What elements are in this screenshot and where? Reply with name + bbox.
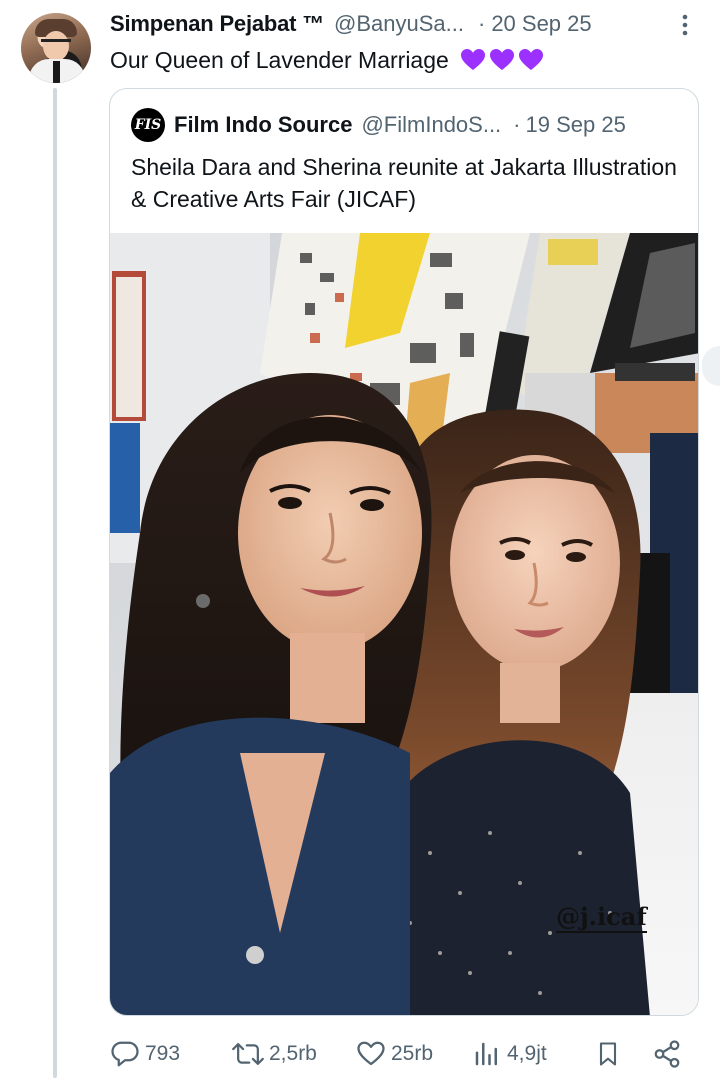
quoted-avatar[interactable]: FIS bbox=[131, 108, 165, 142]
views-chart-icon bbox=[475, 1042, 497, 1066]
quoted-tweet-date[interactable]: 19 Sep 25 bbox=[526, 112, 626, 138]
heart-icon bbox=[357, 1041, 385, 1066]
reply-icon bbox=[111, 1041, 139, 1067]
scroll-handle[interactable] bbox=[702, 346, 720, 386]
like-button[interactable]: 25rb bbox=[356, 1034, 433, 1074]
quoted-tweet-text: Sheila Dara and Sherina reunite at Jakar… bbox=[131, 154, 677, 212]
separator-dot: · bbox=[513, 112, 521, 137]
reply-button[interactable]: 793 bbox=[110, 1034, 180, 1074]
purple-heart-icon bbox=[489, 49, 514, 70]
views-button[interactable]: 4,9jt bbox=[472, 1034, 547, 1074]
quoted-display-name[interactable]: Film Indo Source bbox=[174, 112, 352, 138]
quoted-tweet-header: FIS Film Indo Source @FilmIndoS... · 19 … bbox=[131, 108, 626, 142]
avatar[interactable] bbox=[21, 13, 91, 83]
reply-count: 793 bbox=[145, 1042, 181, 1065]
photo-watermark: @j.icaf bbox=[556, 902, 647, 933]
tweet-text: Our Queen of Lavender Marriage bbox=[110, 45, 544, 75]
tweet-header: Simpenan Pejabat ™ @BanyuSa... · 20 Sep … bbox=[110, 8, 700, 40]
thread-line bbox=[53, 88, 57, 1078]
action-bar: 793 2,5rb 25rb 4,9jt bbox=[110, 1034, 700, 1074]
bookmark-button[interactable] bbox=[594, 1034, 622, 1074]
emoji-group bbox=[457, 48, 544, 72]
repost-icon bbox=[232, 1043, 264, 1065]
share-button[interactable] bbox=[652, 1034, 682, 1074]
purple-heart-icon bbox=[518, 49, 543, 70]
quoted-tweet-photo[interactable]: @j.icaf bbox=[110, 233, 698, 1015]
quoted-user-handle[interactable]: @FilmIndoS... bbox=[361, 112, 501, 138]
share-icon bbox=[654, 1040, 680, 1068]
display-name[interactable]: Simpenan Pejabat ™ bbox=[110, 11, 324, 37]
quoted-tweet-card[interactable]: FIS Film Indo Source @FilmIndoS... · 19 … bbox=[109, 88, 699, 1016]
repost-count: 2,5rb bbox=[269, 1042, 317, 1065]
tweet-date[interactable]: 20 Sep 25 bbox=[491, 11, 591, 37]
repost-button[interactable]: 2,5rb bbox=[232, 1034, 317, 1074]
tweet-text-content: Our Queen of Lavender Marriage bbox=[110, 47, 449, 73]
photo-illustration bbox=[110, 233, 698, 1015]
bookmark-icon bbox=[599, 1042, 617, 1066]
more-options-icon[interactable] bbox=[670, 10, 700, 40]
views-count: 4,9jt bbox=[507, 1042, 547, 1065]
separator-dot: · bbox=[477, 11, 486, 36]
purple-heart-icon bbox=[460, 49, 485, 70]
user-handle[interactable]: @BanyuSa... bbox=[334, 11, 464, 37]
like-count: 25rb bbox=[391, 1042, 434, 1065]
